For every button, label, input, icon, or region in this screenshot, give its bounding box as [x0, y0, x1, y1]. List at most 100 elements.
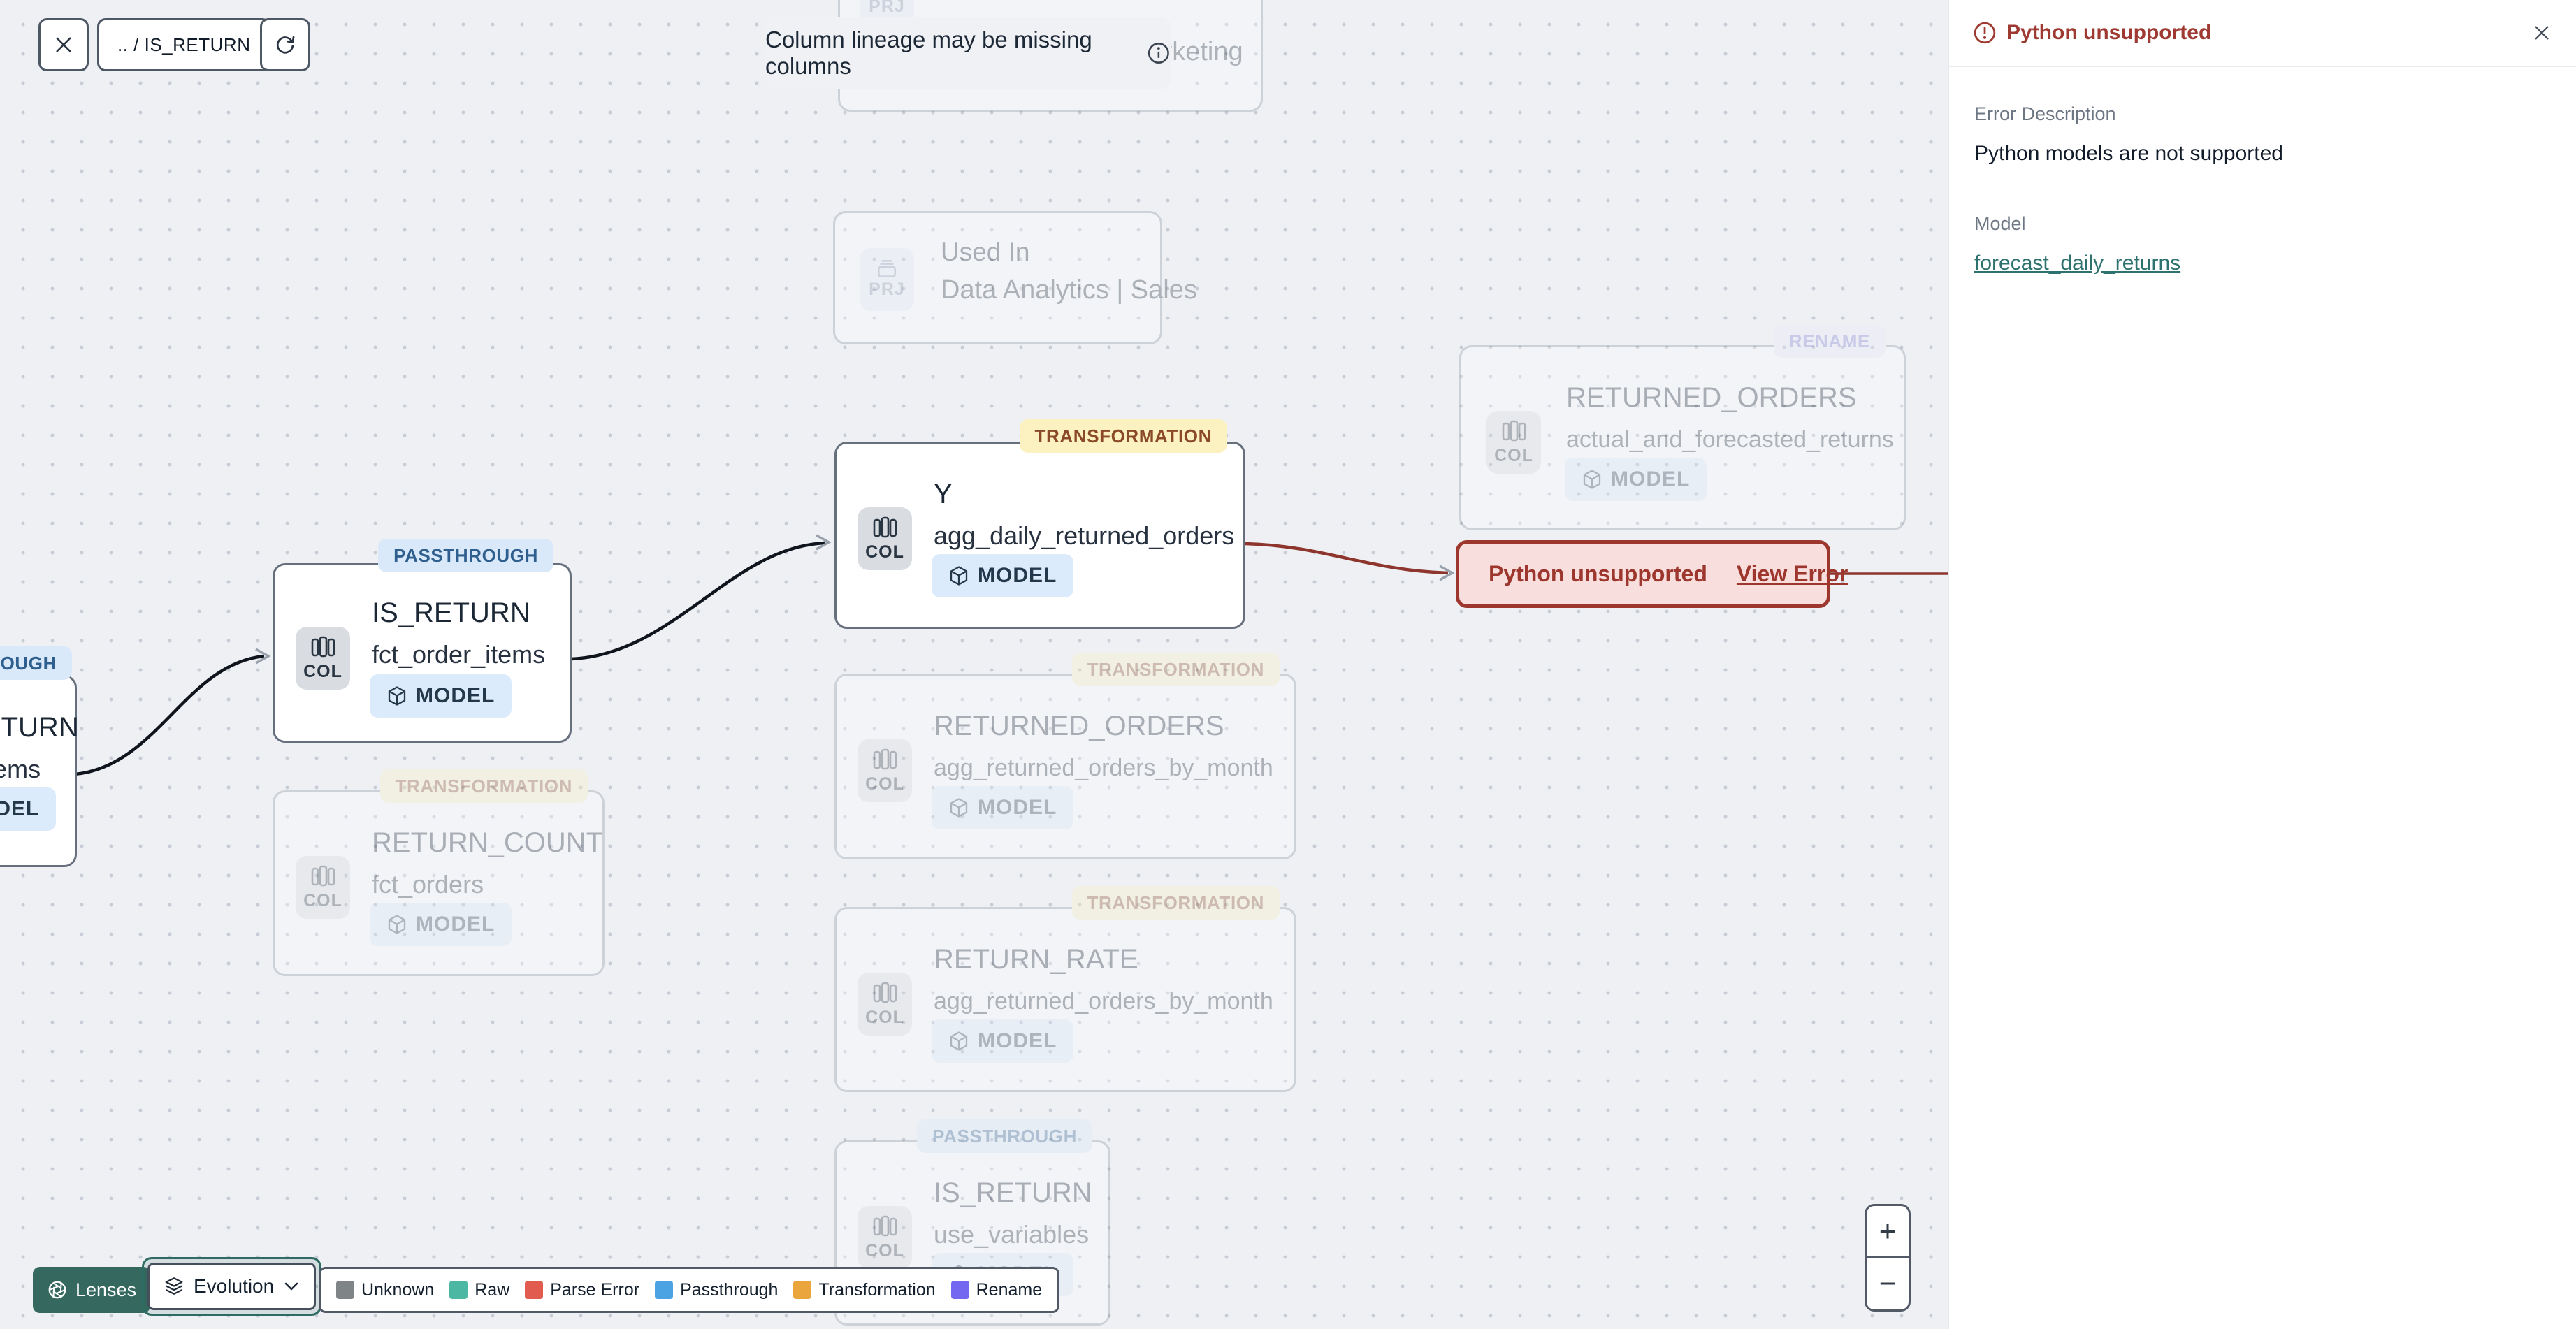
node-y-agg-daily-returned-orders[interactable]: TRANSFORMATION COL Y agg_daily_returned_…	[834, 419, 1245, 629]
node-is-return-offscreen[interactable]: PASSTHROUGH IS_RETURN fct_order_items MO…	[0, 646, 79, 867]
legend-label: Raw	[475, 1279, 510, 1300]
node-title: IS_RETURN	[372, 597, 530, 628]
refresh-button[interactable]	[260, 18, 310, 71]
model-badge: MODEL	[0, 787, 57, 831]
model-badge: MODEL	[932, 786, 1074, 829]
legend-label: Transformation	[818, 1279, 936, 1300]
column-chip: COL	[858, 739, 912, 802]
node-title: IS_RETURN	[934, 1177, 1092, 1208]
panel-title-text: Python unsupported	[2006, 21, 2212, 44]
node-subtitle: fct_orders	[372, 870, 484, 899]
node-is-return-fct-order-items[interactable]: PASSTHROUGH COL IS_RETURN fct_order_item…	[273, 539, 572, 743]
columns-icon	[1502, 420, 1526, 442]
lenses-button[interactable]: Lenses	[33, 1267, 151, 1313]
panel-body: Error Description Python models are not …	[1949, 103, 2576, 275]
legend-label: Parse Error	[550, 1279, 640, 1300]
passthrough-badge: PASSTHROUGH	[378, 539, 553, 572]
model-badge: MODEL	[932, 554, 1074, 597]
lineage-warning-banner: Column lineage may be missing columns	[765, 17, 1171, 89]
view-error-link[interactable]: View Error	[1737, 561, 1848, 587]
node-subtitle: agg_returned_orders_by_month	[934, 755, 1273, 781]
close-lineage-button[interactable]	[38, 18, 89, 71]
node-subtitle: use_variables	[934, 1220, 1090, 1249]
node-title: Y	[934, 479, 953, 509]
chip-label: COL	[303, 891, 342, 910]
panel-close-button[interactable]	[2531, 22, 2552, 43]
columns-icon	[873, 982, 897, 1003]
project-icon	[878, 260, 896, 277]
chip-label: PRJ	[869, 0, 905, 16]
layers-icon	[165, 1277, 183, 1295]
chevron-down-icon	[284, 1282, 298, 1291]
node-title: RETURN_RATE	[934, 944, 1138, 975]
chip-label: COL	[865, 542, 904, 562]
model-cube-icon	[388, 686, 406, 706]
column-chip: COL	[296, 627, 350, 690]
chip-label: COL	[1494, 446, 1533, 465]
error-node-label: Python unsupported	[1489, 561, 1707, 586]
node-return-rate[interactable]: TRANSFORMATION COL RETURN_RATE agg_retur…	[834, 886, 1296, 1092]
model-cube-icon	[1583, 470, 1601, 489]
project-chip: PRJ	[860, 248, 914, 311]
model-badge-label: MODEL	[1611, 467, 1691, 491]
rename-badge: RENAME	[1773, 324, 1886, 358]
model-link[interactable]: forecast_daily_returns	[1974, 252, 2180, 275]
model-cube-icon	[388, 915, 406, 934]
zoom-controls: + −	[1865, 1204, 1911, 1312]
node-title: IS_RETURN	[0, 712, 79, 743]
column-chip: COL	[858, 507, 912, 570]
lens-dropdown-focus-ring: Evolution	[142, 1257, 322, 1316]
chip-label: COL	[865, 1241, 904, 1261]
model-badge: MODEL	[370, 674, 512, 718]
node-subtitle: actual_and_forecasted_returns	[1566, 426, 1894, 453]
info-icon[interactable]	[1147, 40, 1171, 66]
error-details-panel: Python unsupported Error Description Pyt…	[1948, 0, 2576, 1329]
transformation-badge: TRANSFORMATION	[379, 769, 588, 803]
chip-label: COL	[865, 1008, 904, 1027]
node-subtitle: fct_order_items	[0, 755, 41, 783]
transformation-badge: TRANSFORMATION	[1019, 419, 1227, 453]
passthrough-badge: PASSTHROUGH	[0, 646, 72, 680]
lenses-label: Lenses	[75, 1279, 137, 1300]
model-badge-label: MODEL	[978, 1029, 1057, 1052]
alert-icon	[1974, 22, 1996, 44]
model-badge: MODEL	[370, 903, 512, 946]
legend-item: Raw	[449, 1280, 509, 1300]
column-chip: COL	[296, 856, 350, 919]
error-description-value: Python models are not supported	[1974, 142, 2283, 165]
legend-label: Passthrough	[680, 1279, 779, 1300]
legend-item: Rename	[950, 1280, 1042, 1300]
lens-dropdown[interactable]: Evolution	[147, 1263, 317, 1310]
python-unsupported-error-node[interactable]: Python unsupported View Error	[1456, 540, 1848, 608]
chip-label: COL	[865, 774, 904, 794]
breadcrumb-label: .. / IS_RETURN	[117, 34, 251, 55]
node-title: RETURNED_ORDERS	[1566, 382, 1857, 413]
model-label: Model	[1974, 213, 2026, 234]
transformation-badge: TRANSFORMATION	[1071, 653, 1280, 686]
node-title: RETURNED_ORDERS	[934, 711, 1224, 741]
node-used-in-sales[interactable]: PRJ Used In Data Analytics | Sales	[833, 211, 1197, 344]
error-description-label: Error Description	[1974, 103, 2116, 124]
refresh-icon	[276, 36, 295, 54]
node-returned-orders-by-month[interactable]: TRANSFORMATION COL RETURNED_ORDERS agg_r…	[834, 653, 1296, 859]
model-badge-label: MODEL	[0, 797, 40, 820]
lineage-app: PRJ Data Analytics | Marketing PRJ Used …	[0, 0, 2576, 1329]
lens-dropdown-value: Evolution	[194, 1275, 275, 1297]
zoom-in-button[interactable]: +	[1867, 1206, 1909, 1258]
column-chip: COL	[1486, 411, 1541, 474]
node-returned-orders-rename[interactable]: RENAME COL RETURNED_ORDERS actual_and_fo…	[1459, 324, 1906, 530]
node-return-count[interactable]: TRANSFORMATION COL RETURN_COUNT fct_orde…	[273, 769, 605, 976]
columns-icon	[873, 1215, 897, 1237]
aperture-icon	[48, 1281, 66, 1299]
banner-text: Column lineage may be missing columns	[765, 27, 1092, 79]
breadcrumb[interactable]: .. / IS_RETURN	[97, 18, 271, 71]
chip-label: COL	[303, 662, 342, 681]
column-chip: COL	[858, 1206, 912, 1269]
legend-swatch	[336, 1281, 354, 1299]
legend-swatch	[655, 1281, 674, 1299]
model-badge-label: MODEL	[978, 564, 1057, 587]
zoom-out-button[interactable]: −	[1867, 1258, 1909, 1309]
transformation-badge: TRANSFORMATION	[1071, 886, 1280, 920]
panel-title: Python unsupported	[1973, 21, 2211, 45]
legend-item: Parse Error	[525, 1280, 639, 1300]
